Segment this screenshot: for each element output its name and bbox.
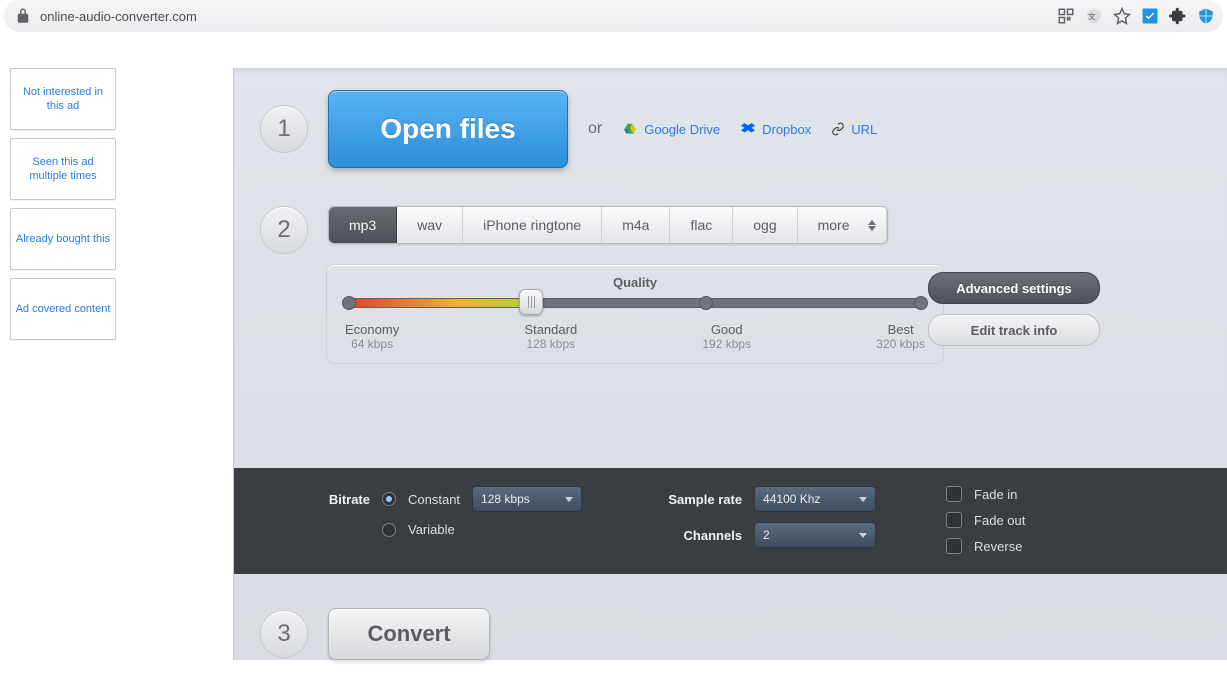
step-number-3: 3 [260, 610, 308, 658]
format-tab-ogg[interactable]: ogg [733, 207, 797, 243]
bitrate-variable-label: Variable [408, 522, 455, 537]
quality-tick-good [699, 296, 713, 310]
format-tab-iphone[interactable]: iPhone ringtone [463, 207, 602, 243]
star-icon[interactable] [1113, 7, 1131, 25]
converter-panel: 1 Open files or Google Drive Dropbox URL… [233, 68, 1227, 660]
edit-track-info-button[interactable]: Edit track info [928, 314, 1100, 346]
chevron-updown-icon [868, 220, 876, 231]
advanced-settings-button[interactable]: Advanced settings [928, 272, 1100, 304]
format-tab-wav[interactable]: wav [397, 207, 463, 243]
convert-button[interactable]: Convert [328, 608, 490, 660]
open-files-button[interactable]: Open files [328, 90, 568, 168]
lock-icon [14, 7, 32, 25]
quality-slider-handle[interactable] [519, 289, 543, 315]
format-tab-more[interactable]: more [798, 207, 887, 243]
ad-feedback-option[interactable]: Already bought this [10, 208, 116, 270]
format-tabs: mp3 wav iPhone ringtone m4a flac ogg mor… [328, 206, 888, 244]
fadein-label: Fade in [974, 487, 1017, 502]
fadein-checkbox[interactable] [946, 486, 962, 502]
samplerate-select[interactable]: 44100 Khz [754, 486, 876, 512]
bitrate-constant-radio[interactable] [382, 492, 396, 506]
bitrate-label: Bitrate [284, 492, 370, 507]
channels-select[interactable]: 2 [754, 522, 876, 548]
quality-stop-economy: Economy64 kbps [345, 322, 399, 351]
samplerate-label: Sample rate [652, 492, 742, 507]
step-number-1: 1 [260, 105, 308, 153]
format-tab-flac[interactable]: flac [670, 207, 733, 243]
quality-slider-track[interactable] [345, 298, 925, 308]
step-number-2: 2 [260, 206, 308, 254]
google-drive-link[interactable]: Google Drive [622, 122, 720, 137]
checkmark-ext-icon[interactable] [1141, 7, 1159, 25]
reverse-label: Reverse [974, 539, 1022, 554]
ad-feedback-option[interactable]: Not interested in this ad [10, 68, 116, 130]
quality-tick-best [914, 296, 928, 310]
quality-tick-economy [342, 296, 356, 310]
bitrate-select[interactable]: 128 kbps [472, 486, 582, 512]
advanced-settings-panel: Bitrate Constant 128 kbps Variable Sampl… [234, 468, 1227, 574]
quality-stop-best: Best320 kbps [876, 322, 925, 351]
url-link[interactable]: URL [831, 122, 877, 137]
shield-icon[interactable] [1197, 7, 1215, 25]
dropbox-link[interactable]: Dropbox [740, 122, 811, 137]
quality-title: Quality [345, 275, 925, 290]
channels-label: Channels [652, 528, 742, 543]
quality-panel: Quality Economy64 kbps Standard128 kbps … [326, 264, 944, 364]
ad-feedback-option[interactable]: Ad covered content [10, 278, 116, 340]
fadeout-checkbox[interactable] [946, 512, 962, 528]
fadeout-label: Fade out [974, 513, 1025, 528]
quality-stop-good: Good192 kbps [702, 322, 751, 351]
translate-icon[interactable]: 文 [1085, 7, 1103, 25]
format-tab-mp3[interactable]: mp3 [329, 207, 397, 243]
bitrate-constant-label: Constant [408, 492, 460, 507]
quality-stop-standard: Standard128 kbps [524, 322, 577, 351]
reverse-checkbox[interactable] [946, 538, 962, 554]
qr-icon[interactable] [1057, 7, 1075, 25]
url-text: online-audio-converter.com [40, 9, 197, 24]
address-bar[interactable]: online-audio-converter.com 文 [4, 0, 1223, 32]
format-tab-m4a[interactable]: m4a [602, 207, 670, 243]
ad-feedback-option[interactable]: Seen this ad multiple times [10, 138, 116, 200]
or-label: or [588, 120, 602, 138]
extensions-icon[interactable] [1169, 7, 1187, 25]
svg-text:文: 文 [1088, 11, 1096, 21]
bitrate-variable-radio[interactable] [382, 523, 396, 537]
ad-feedback-column: Not interested in this ad Seen this ad m… [0, 68, 215, 660]
